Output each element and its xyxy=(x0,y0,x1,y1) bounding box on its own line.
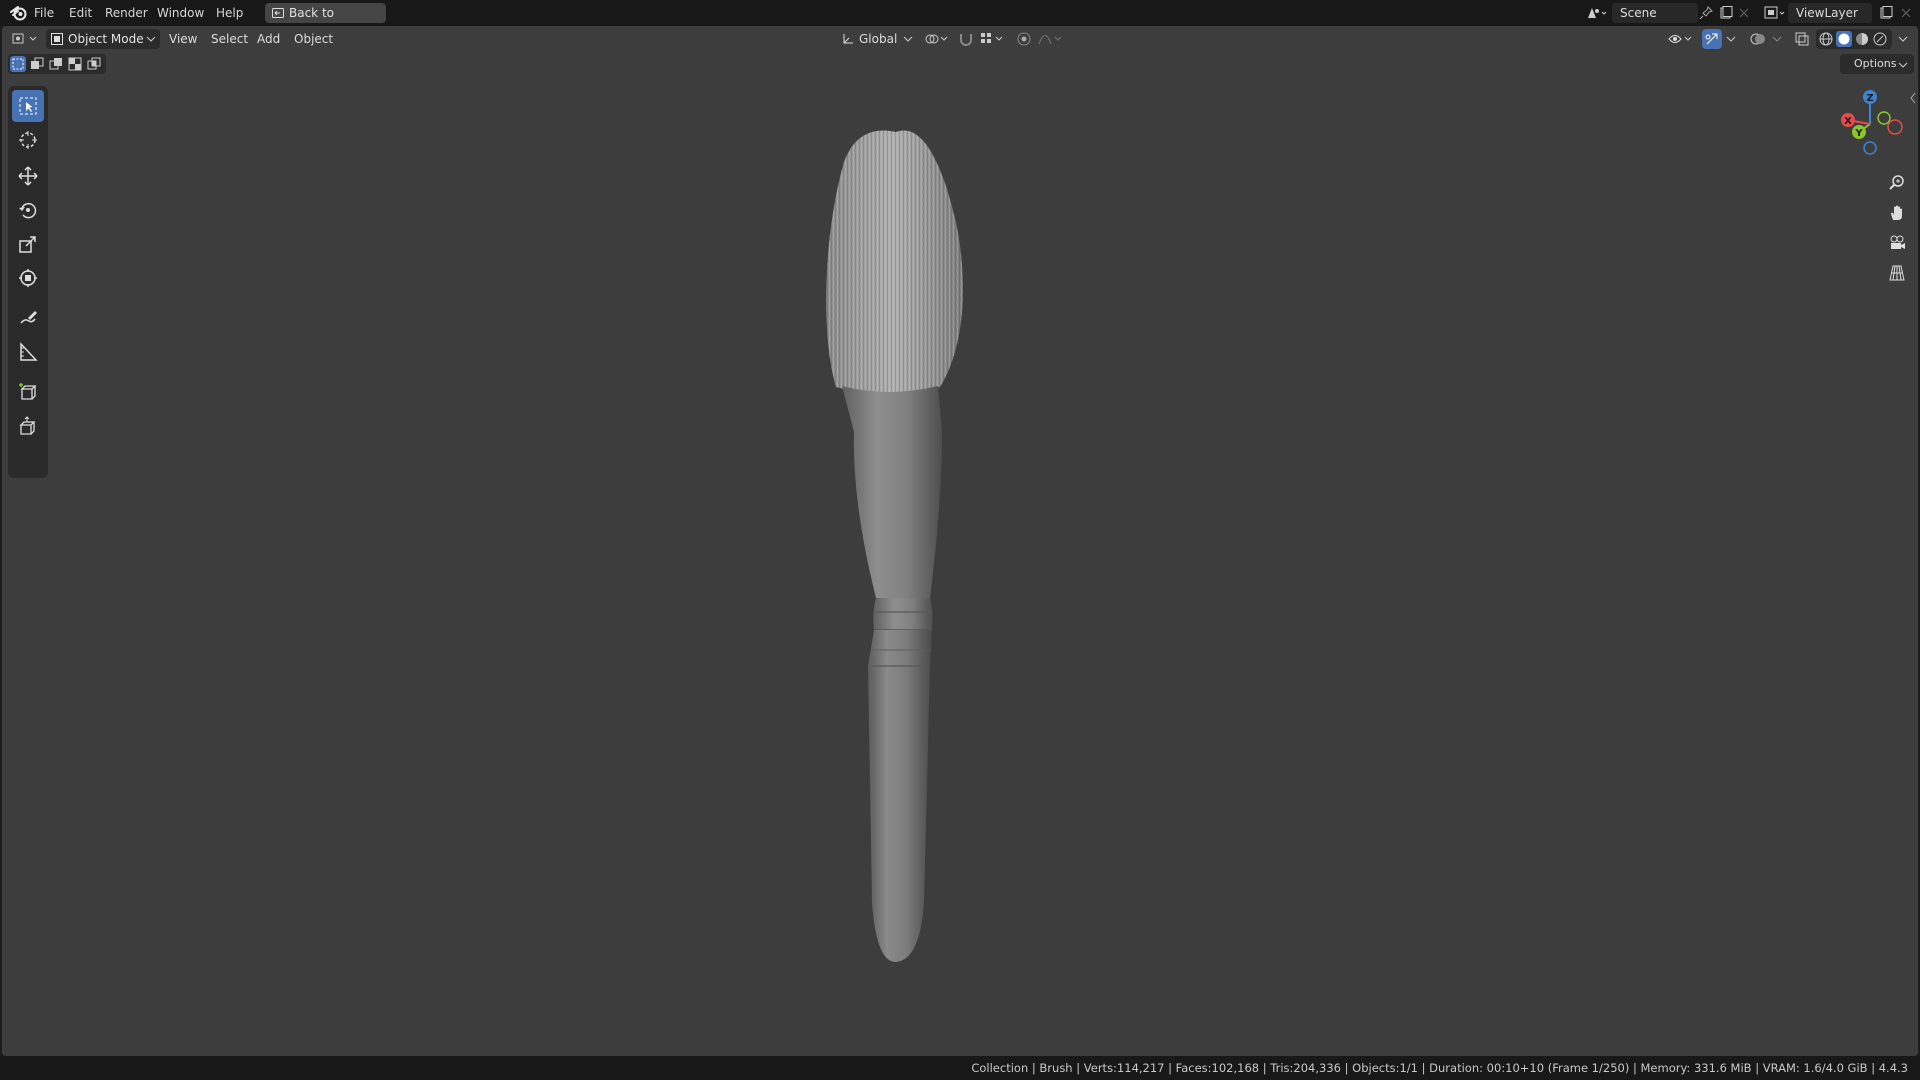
visibility-dropdown[interactable] xyxy=(1666,29,1696,49)
proportional-editing-toggle[interactable] xyxy=(1014,29,1034,49)
rotate-icon xyxy=(19,202,37,219)
delete-view-layer-icon[interactable] xyxy=(1898,5,1914,21)
navigation-gizmo[interactable]: Z X Y xyxy=(1828,82,1912,166)
menu-object[interactable]: Object xyxy=(294,29,333,49)
rotate-tool[interactable] xyxy=(12,194,44,226)
perspective-toggle-icon[interactable] xyxy=(1882,258,1912,288)
sidebar-toggle-icon[interactable] xyxy=(1908,90,1918,106)
blender-logo-icon[interactable] xyxy=(10,4,28,22)
selection-mode-group xyxy=(8,54,106,74)
options-label: Options xyxy=(1854,57,1897,70)
gizmo-z-label: Z xyxy=(1866,93,1873,104)
menu-view[interactable]: View xyxy=(169,29,197,49)
menu-help[interactable]: Help xyxy=(216,0,243,26)
back-to-previous-button[interactable]: Back to Previous xyxy=(265,3,386,40)
scene-icon[interactable] xyxy=(1586,5,1607,21)
top-menubar: File Edit Render Window Help Back to Pre… xyxy=(0,0,1920,40)
new-scene-icon[interactable] xyxy=(1718,5,1734,21)
editor-type-dropdown[interactable] xyxy=(8,29,42,49)
menu-file[interactable]: File xyxy=(34,0,54,26)
menu-window[interactable]: Window xyxy=(157,0,204,26)
chevron-down-icon xyxy=(903,36,913,42)
wireframe-shading-icon[interactable] xyxy=(1818,31,1834,47)
add-cube-icon xyxy=(19,383,37,400)
transform-orientation-label: Global xyxy=(859,32,898,46)
menu-add[interactable]: Add xyxy=(257,29,280,49)
back-icon xyxy=(271,6,285,20)
scale-icon xyxy=(19,236,36,253)
annotate-icon xyxy=(20,311,37,324)
select-box-tool[interactable] xyxy=(12,90,44,122)
brush-3d-object[interactable] xyxy=(792,102,1032,982)
snap-target-dropdown[interactable] xyxy=(978,29,1008,49)
view-layer-icon[interactable] xyxy=(1764,5,1785,21)
menu-select[interactable]: Select xyxy=(211,29,248,49)
menu-render[interactable]: Render xyxy=(105,0,148,26)
view-layer-name: ViewLayer xyxy=(1796,6,1858,20)
scale-tool[interactable] xyxy=(12,228,44,260)
view-layer-name-field[interactable]: ViewLayer xyxy=(1788,3,1872,23)
new-view-layer-icon[interactable] xyxy=(1878,5,1894,21)
overlays-toggle[interactable] xyxy=(1748,29,1768,49)
object-mode-dropdown[interactable]: Object Mode xyxy=(46,29,160,49)
overlays-dropdown[interactable] xyxy=(1770,29,1784,49)
chevron-down-icon xyxy=(146,36,156,42)
add-cube-tool[interactable] xyxy=(12,376,44,408)
gizmo-toggle[interactable] xyxy=(1702,29,1722,49)
cursor-icon xyxy=(19,131,37,149)
scene-name-field[interactable]: Scene xyxy=(1612,3,1698,23)
shading-mode-group xyxy=(1816,29,1892,49)
transform-icon xyxy=(19,269,37,287)
object-mode-label: Object Mode xyxy=(68,32,144,46)
camera-view-icon[interactable] xyxy=(1882,228,1912,258)
select-extend-icon[interactable] xyxy=(29,56,45,72)
tool-shelf xyxy=(8,86,48,478)
scene-statistics: Collection | Brush | Verts:114,217 | Fac… xyxy=(971,1061,1908,1075)
solid-shading-icon[interactable] xyxy=(1836,31,1852,47)
select-subtract-icon[interactable] xyxy=(48,56,64,72)
pin-icon[interactable] xyxy=(1698,5,1714,21)
xray-toggle[interactable] xyxy=(1792,29,1812,49)
select-invert-icon[interactable] xyxy=(67,56,83,72)
proportional-falloff-dropdown[interactable] xyxy=(1036,29,1066,49)
move-icon xyxy=(18,166,38,186)
object-mode-icon xyxy=(51,33,63,45)
3d-viewport[interactable]: Object Mode View Select Add Object Globa… xyxy=(2,26,1918,1056)
select-box-icon xyxy=(19,97,37,115)
scene-selector: Scene xyxy=(1584,3,1750,23)
chevron-down-icon xyxy=(1898,62,1908,68)
pivot-point-dropdown[interactable] xyxy=(922,29,952,49)
select-intersect-icon[interactable] xyxy=(86,56,102,72)
gizmo-dropdown[interactable] xyxy=(1724,29,1738,49)
transform-tool[interactable] xyxy=(12,262,44,294)
gizmo-y-label: Y xyxy=(1854,128,1863,139)
move-tool[interactable] xyxy=(12,160,44,192)
measure-icon xyxy=(20,342,38,361)
pan-hand-icon[interactable] xyxy=(1882,198,1912,228)
rendered-shading-icon[interactable] xyxy=(1872,31,1888,47)
extrude-tool[interactable] xyxy=(12,410,44,442)
measure-tool[interactable] xyxy=(12,336,44,368)
orientation-icon xyxy=(843,34,853,44)
delete-scene-icon[interactable] xyxy=(1736,5,1752,21)
snap-toggle[interactable] xyxy=(956,29,976,49)
extrude-icon xyxy=(19,416,36,435)
material-shading-icon[interactable] xyxy=(1854,31,1870,47)
scene-name: Scene xyxy=(1620,6,1657,20)
viewport-header: Object Mode View Select Add Object Globa… xyxy=(2,26,1918,52)
options-dropdown[interactable]: Options xyxy=(1840,54,1914,74)
transform-orientation-dropdown[interactable]: Global xyxy=(835,29,917,49)
cursor-tool[interactable] xyxy=(12,124,44,156)
gizmo-x-label: X xyxy=(1844,116,1852,127)
zoom-icon[interactable] xyxy=(1882,168,1912,198)
select-new-icon[interactable] xyxy=(10,56,26,72)
menu-edit[interactable]: Edit xyxy=(69,0,92,26)
status-bar: Collection | Brush | Verts:114,217 | Fac… xyxy=(0,1056,1920,1080)
shading-dropdown[interactable] xyxy=(1896,29,1910,49)
view-layer-selector: ViewLayer xyxy=(1762,3,1916,23)
annotate-tool[interactable] xyxy=(12,302,44,334)
